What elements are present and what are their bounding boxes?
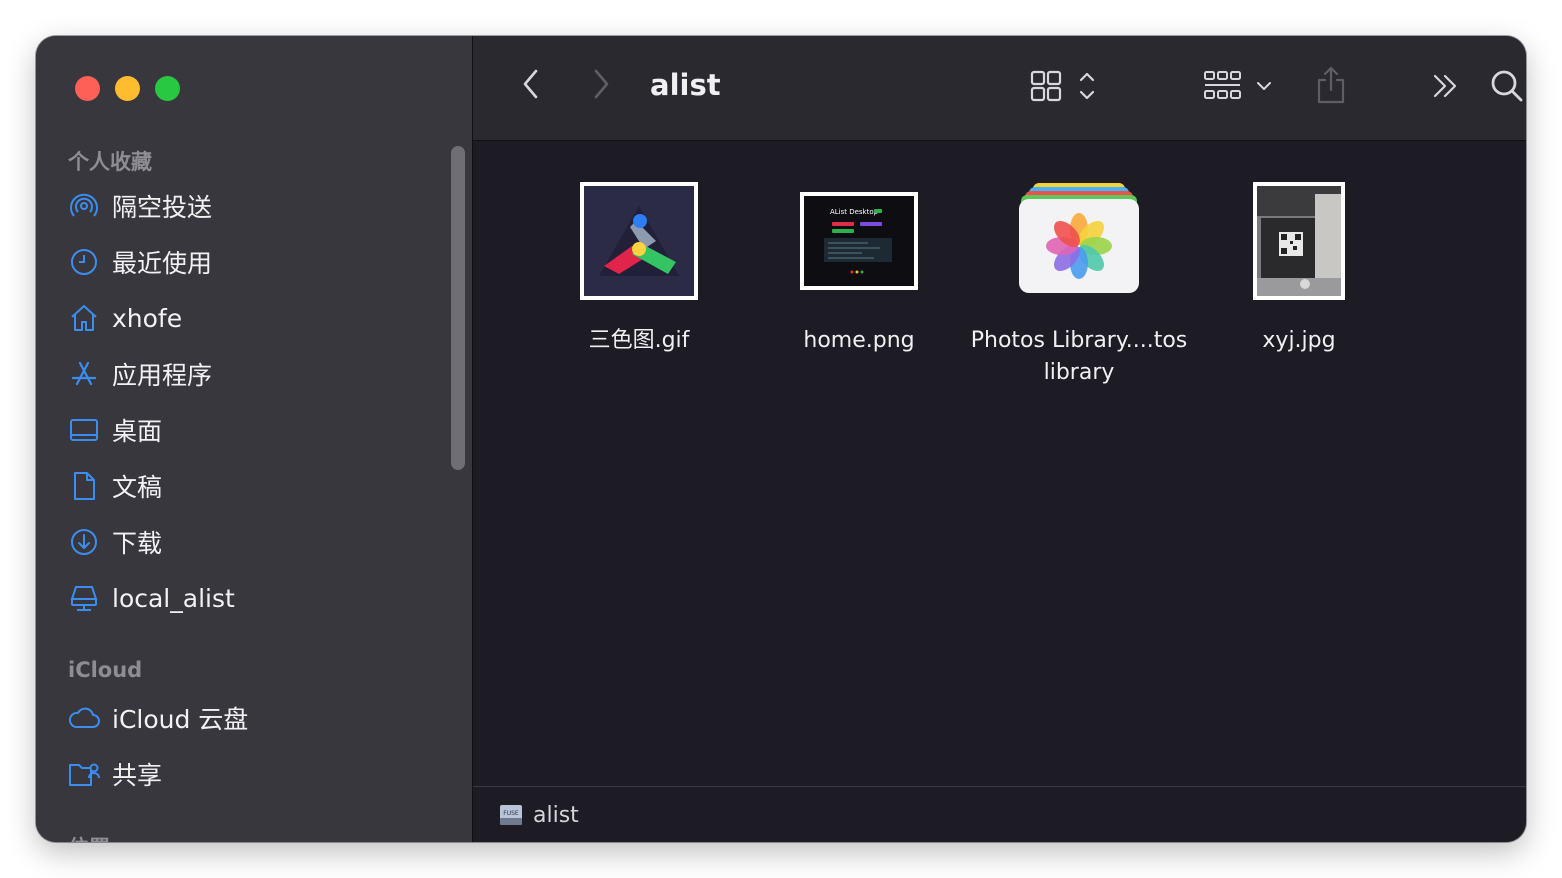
- sidebar-item-documents[interactable]: 文稿: [66, 464, 436, 508]
- back-button[interactable]: [511, 66, 551, 106]
- more-button[interactable]: [1423, 66, 1467, 110]
- desktop-icon: [66, 412, 102, 448]
- cloud-icon: [66, 700, 102, 736]
- file-name: xyj.jpg: [1262, 328, 1336, 353]
- sidebar-item-label: 下载: [112, 529, 163, 558]
- airdrop-icon: [66, 188, 102, 224]
- view-mode-button[interactable]: [1021, 66, 1101, 110]
- sidebar-item-desktop[interactable]: 桌面: [66, 408, 436, 452]
- share-icon: [1314, 64, 1348, 110]
- sidebar-item-icloud-drive[interactable]: iCloud 云盘: [66, 696, 436, 740]
- svg-text:FUSE: FUSE: [503, 810, 519, 817]
- file-item[interactable]: 三色图.gif: [529, 171, 749, 357]
- search-button[interactable]: [1483, 64, 1526, 112]
- sidebar-item-recents[interactable]: 最近使用: [66, 240, 436, 284]
- sidebar-item-label: local_alist: [112, 583, 235, 613]
- thumbnail-caption: AList Desktop: [830, 208, 879, 216]
- path-item[interactable]: alist: [533, 803, 579, 828]
- file-item[interactable]: xyj.jpg: [1189, 171, 1409, 357]
- sidebar-item-label: 文稿: [112, 473, 163, 502]
- group-button[interactable]: [1197, 66, 1277, 110]
- clock-icon: [66, 244, 102, 280]
- sidebar-item-label: 桌面: [112, 417, 163, 446]
- share-button[interactable]: [1309, 62, 1353, 112]
- sidebar-item-label: iCloud 云盘: [112, 705, 249, 734]
- file-thumbnail: [580, 182, 698, 300]
- group-grid-icon: [1200, 68, 1274, 108]
- file-item[interactable]: Photos Library....toslibrary: [969, 171, 1189, 389]
- file-thumbnail: [1253, 182, 1345, 300]
- network-drive-icon: [66, 580, 102, 616]
- sidebar-item-label: 共享: [112, 761, 163, 790]
- file-name: 三色图.gif: [588, 328, 690, 353]
- file-name: home.png: [803, 328, 915, 353]
- file-browser: 三色图.gif AList Desktop home.png Photos Li…: [473, 141, 1526, 786]
- favorites-section-title: 个人收藏: [68, 150, 152, 174]
- path-bar: FUSE alist: [473, 786, 1526, 842]
- sidebar-item-shared[interactable]: 共享: [66, 752, 436, 796]
- document-icon: [66, 468, 102, 504]
- zoom-button[interactable]: [155, 76, 180, 101]
- locations-section-title: 位置: [68, 832, 110, 842]
- close-button[interactable]: [75, 76, 100, 101]
- icloud-section-title: iCloud: [68, 658, 143, 682]
- toolbar: alist: [473, 36, 1526, 141]
- search-icon: [1489, 68, 1525, 108]
- sidebar-item-downloads[interactable]: 下载: [66, 520, 436, 564]
- chevron-right-icon: [591, 68, 611, 104]
- sidebar: 个人收藏 隔空投送 最近使用 xhofe 应用程序 桌面 文稿 下载 local…: [36, 36, 473, 842]
- file-item[interactable]: AList Desktop home.png: [749, 171, 969, 357]
- sidebar-item-label: 应用程序: [112, 361, 213, 390]
- applications-icon: [66, 356, 102, 392]
- sidebar-item-label: 最近使用: [112, 249, 213, 278]
- download-icon: [66, 524, 102, 560]
- sidebar-item-home[interactable]: xhofe: [66, 296, 436, 340]
- sidebar-item-local-alist[interactable]: local_alist: [66, 576, 436, 620]
- photos-library-icon: [1017, 183, 1141, 299]
- shared-folder-icon: [66, 756, 102, 792]
- sidebar-item-applications[interactable]: 应用程序: [66, 352, 436, 396]
- forward-button[interactable]: [581, 66, 621, 106]
- minimize-button[interactable]: [115, 76, 140, 101]
- file-name: Photos Library....toslibrary: [970, 328, 1188, 385]
- sidebar-item-airdrop[interactable]: 隔空投送: [66, 184, 436, 228]
- sidebar-scrollbar[interactable]: [451, 146, 465, 470]
- fuse-disk-icon: FUSE: [499, 803, 523, 827]
- home-icon: [66, 300, 102, 336]
- icon-grid-icon: [1026, 68, 1096, 108]
- chevron-left-icon: [521, 68, 541, 104]
- finder-window: 个人收藏 隔空投送 最近使用 xhofe 应用程序 桌面 文稿 下载 local…: [36, 36, 1526, 842]
- sidebar-item-label: 隔空投送: [112, 193, 213, 222]
- sidebar-item-label: xhofe: [112, 303, 183, 333]
- file-thumbnail: AList Desktop: [800, 192, 918, 290]
- double-chevron-right-icon: [1429, 71, 1461, 105]
- window-title: alist: [650, 68, 721, 102]
